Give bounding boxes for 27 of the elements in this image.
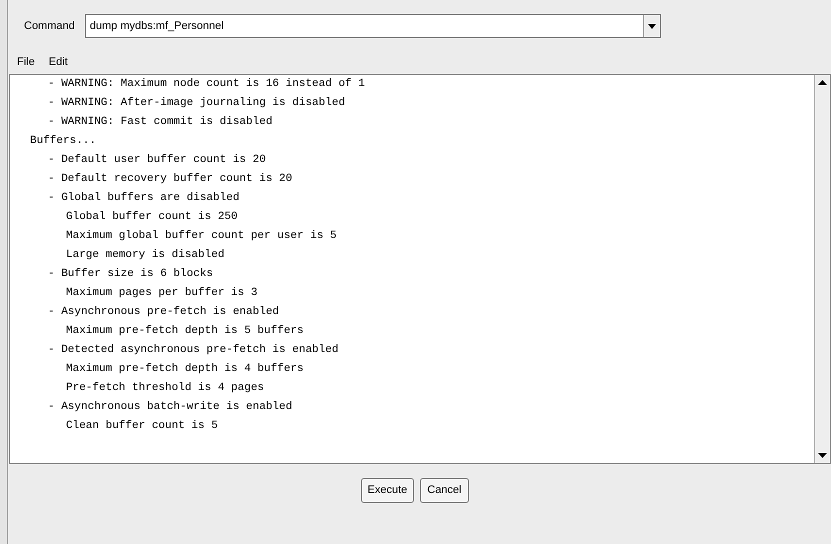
output-line: Global buffer count is 250 [65,210,238,225]
output-line: Maximum pages per buffer is 3 [65,286,258,301]
menu-item[interactable]: File [17,54,35,70]
output-line: Pre-fetch threshold is 4 pages [65,381,264,396]
menu-item[interactable]: Edit [48,54,68,70]
output-line: - WARNING: Maximum node count is 16 instead of 1 [47,77,365,92]
output-line: Maximum global buffer count per user is 5 [65,229,337,244]
output-line: - Asynchronous pre-fetch is enabled [47,305,280,320]
output-line: - Default recovery buffer count is 20 [47,172,292,187]
caret-icon [648,24,656,28]
output-line: Buffers... [29,134,96,149]
dropdown-button[interactable] [642,15,660,37]
command-label: Command [24,18,75,34]
dialog-button[interactable]: Execute [360,478,414,503]
output-line: - Buffer size is 6 blocks [47,267,214,282]
output-line: - Asynchronous batch-write is enabled [47,400,292,415]
output-line: Clean buffer count is 5 [65,419,218,434]
output-line: - WARNING: After-image journaling is disabled [47,96,346,111]
output-line: Maximum pre-fetch depth is 5 buffers [65,324,304,339]
output-line: Maximum pre-fetch depth is 4 buffers [65,362,304,377]
output-line: - Global buffers are disabled [47,191,240,206]
command-combo-box[interactable]: dump mydbs:mf_Personnel [84,14,661,38]
output-line: - WARNING: Fast commit is disabled [47,115,272,130]
output-line: - Default user buffer count is 20 [47,153,266,168]
dialog-button[interactable]: Cancel [420,478,468,503]
output-line: Large memory is disabled [65,248,224,263]
output-line: - Detected asynchronous pre-fetch is enabled [47,343,338,358]
